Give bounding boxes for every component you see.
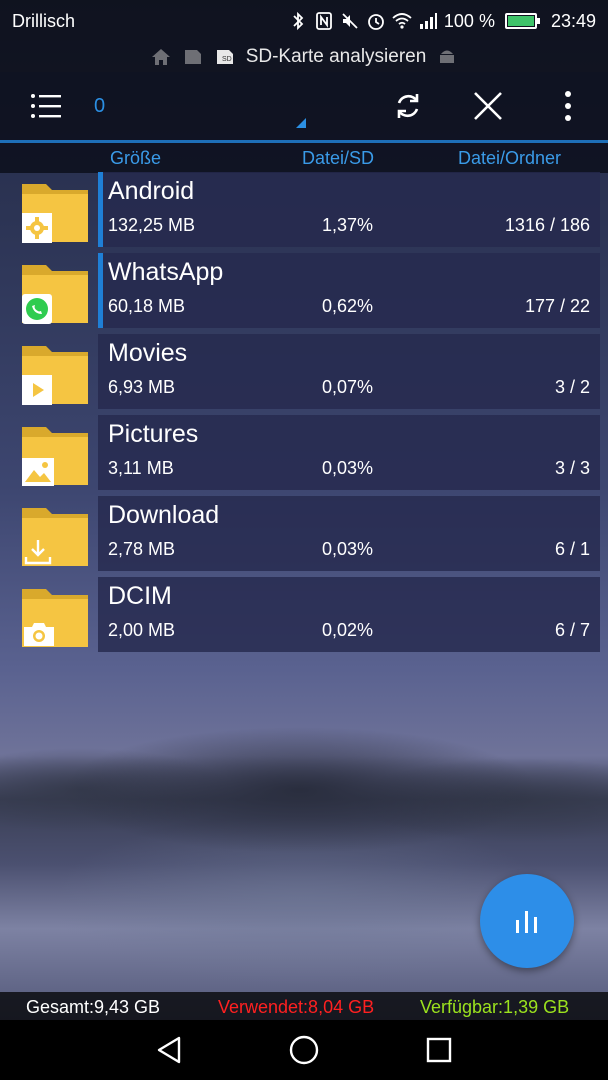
folder-list: Android 132,25 MB 1,37% 1316 / 186 WhatsApp 6… (0, 172, 608, 658)
recents-icon (426, 1037, 452, 1063)
folder-percent: 0,03% (322, 458, 374, 478)
folder-card[interactable]: Download 2,78 MB 0,03% 6 / 1 (98, 496, 600, 571)
status-bar: Drillisch 100 % 23:49 (0, 0, 608, 42)
menu-button[interactable] (0, 72, 94, 140)
folder-file-counts: 3 / 2 (554, 377, 590, 397)
navigation-bar (0, 1020, 608, 1080)
wifi-icon (392, 13, 412, 29)
available-size: Verfügbar:1,39 GB (420, 997, 570, 1017)
refresh-icon (397, 94, 419, 118)
bluetooth-icon (293, 11, 304, 31)
more-icon (565, 91, 571, 121)
analyze-fab-button[interactable] (480, 874, 574, 968)
folder-size: 2,78 MB (108, 539, 176, 559)
folder-name: Android (108, 177, 195, 205)
folder-row-whatsapp[interactable]: WhatsApp 60,18 MB 0,62% 177 / 22 (0, 253, 608, 334)
folder-row-download[interactable]: Download 2,78 MB 0,03% 6 / 1 (0, 496, 608, 577)
play-icon (22, 375, 52, 410)
whatsapp-icon (22, 294, 52, 329)
folder-file-counts: 177 / 22 (524, 296, 590, 316)
folder-icon (18, 340, 92, 410)
folder-card[interactable]: Movies 6,93 MB 0,07% 3 / 2 (98, 334, 600, 409)
alarm-icon (368, 14, 384, 30)
folder-size: 132,25 MB (108, 215, 196, 235)
recents-button[interactable] (419, 1030, 459, 1070)
folder-icon (18, 502, 92, 572)
close-button[interactable] (448, 72, 528, 140)
folder-name: Pictures (108, 420, 199, 448)
android-icon[interactable] (436, 47, 458, 67)
dropdown-triangle-icon (296, 118, 306, 128)
folder-percent: 0,02% (322, 620, 374, 640)
folder-size: 6,93 MB (108, 377, 176, 397)
folder-row-pictures[interactable]: Pictures 3,11 MB 0,03% 3 / 3 (0, 415, 608, 496)
folder-card[interactable]: Android 132,25 MB 1,37% 1316 / 186 (98, 172, 600, 247)
home-button[interactable] (284, 1030, 324, 1070)
bar-chart-icon (516, 911, 537, 933)
folder-icon (18, 259, 92, 329)
home-circle-icon (289, 1035, 319, 1065)
folder-name: WhatsApp (108, 258, 224, 286)
toolbar: 0 (0, 72, 608, 140)
back-button[interactable] (149, 1030, 189, 1070)
folder-percent: 1,37% (322, 215, 374, 235)
folder-size: 3,11 MB (108, 458, 174, 478)
used-size: Verwendet:8,04 GB (218, 997, 375, 1017)
folder-card[interactable]: WhatsApp 60,18 MB 0,62% 177 / 22 (98, 253, 600, 328)
sd-card-active-icon[interactable]: SD (214, 47, 236, 67)
folder-file-counts: 3 / 3 (554, 458, 590, 478)
folder-icon (18, 583, 92, 653)
gear-icon (22, 213, 52, 248)
column-size[interactable]: Größe (110, 148, 161, 169)
folder-file-counts: 6 / 1 (554, 539, 590, 559)
selection-count[interactable]: 0 (94, 72, 306, 140)
breadcrumb: SD SD-Karte analysieren (0, 42, 608, 72)
storage-summary: Gesamt:9,43 GB Verwendet:8,04 GB Verfügb… (0, 992, 608, 1020)
folder-icon (18, 421, 92, 491)
folder-file-counts: 6 / 7 (554, 620, 590, 640)
more-button[interactable] (528, 72, 608, 140)
signal-icon (419, 13, 437, 29)
folder-size: 60,18 MB (108, 296, 186, 316)
column-file-sd[interactable]: Datei/SD (302, 148, 374, 169)
folder-file-counts: 1316 / 186 (504, 215, 590, 235)
folder-row-android[interactable]: Android 132,25 MB 1,37% 1316 / 186 (0, 172, 608, 253)
refresh-button[interactable] (368, 72, 448, 140)
breadcrumb-label[interactable]: SD-Karte analysieren (246, 46, 427, 68)
folder-icon (18, 178, 92, 248)
folder-percent: 0,62% (322, 296, 374, 316)
folder-card[interactable]: Pictures 3,11 MB 0,03% 3 / 3 (98, 415, 600, 490)
close-icon (474, 92, 502, 120)
folder-size: 2,00 MB (108, 620, 176, 640)
folder-name: DCIM (108, 582, 172, 610)
selection-count-value: 0 (94, 94, 106, 117)
folder-name: Download (108, 501, 220, 529)
image-icon (22, 458, 54, 491)
folder-card[interactable]: DCIM 2,00 MB 0,02% 6 / 7 (98, 577, 600, 652)
camera-icon (22, 620, 56, 653)
column-file-folder[interactable]: Datei/Ordner (458, 148, 561, 169)
carrier-label: Drillisch (12, 10, 75, 31)
folder-row-movies[interactable]: Movies 6,93 MB 0,07% 3 / 2 (0, 334, 608, 415)
sd-card-icon[interactable] (182, 47, 204, 67)
clock: 23:49 (550, 10, 596, 31)
battery-percent: 100 % (443, 10, 495, 31)
back-icon (157, 1036, 181, 1064)
home-icon[interactable] (150, 47, 172, 67)
battery-icon (504, 13, 540, 29)
nfc-icon (316, 12, 332, 30)
folder-percent: 0,07% (322, 377, 374, 397)
menu-icon (31, 94, 61, 118)
folder-name: Movies (108, 339, 188, 367)
folder-percent: 0,03% (322, 539, 374, 559)
folder-row-dcim[interactable]: DCIM 2,00 MB 0,02% 6 / 7 (0, 577, 608, 658)
mute-icon (342, 13, 358, 29)
total-size: Gesamt:9,43 GB (26, 997, 161, 1017)
svg-text:SD: SD (222, 56, 232, 63)
column-header: Größe Datei/SD Datei/Ordner (0, 143, 608, 173)
download-icon (22, 537, 54, 572)
